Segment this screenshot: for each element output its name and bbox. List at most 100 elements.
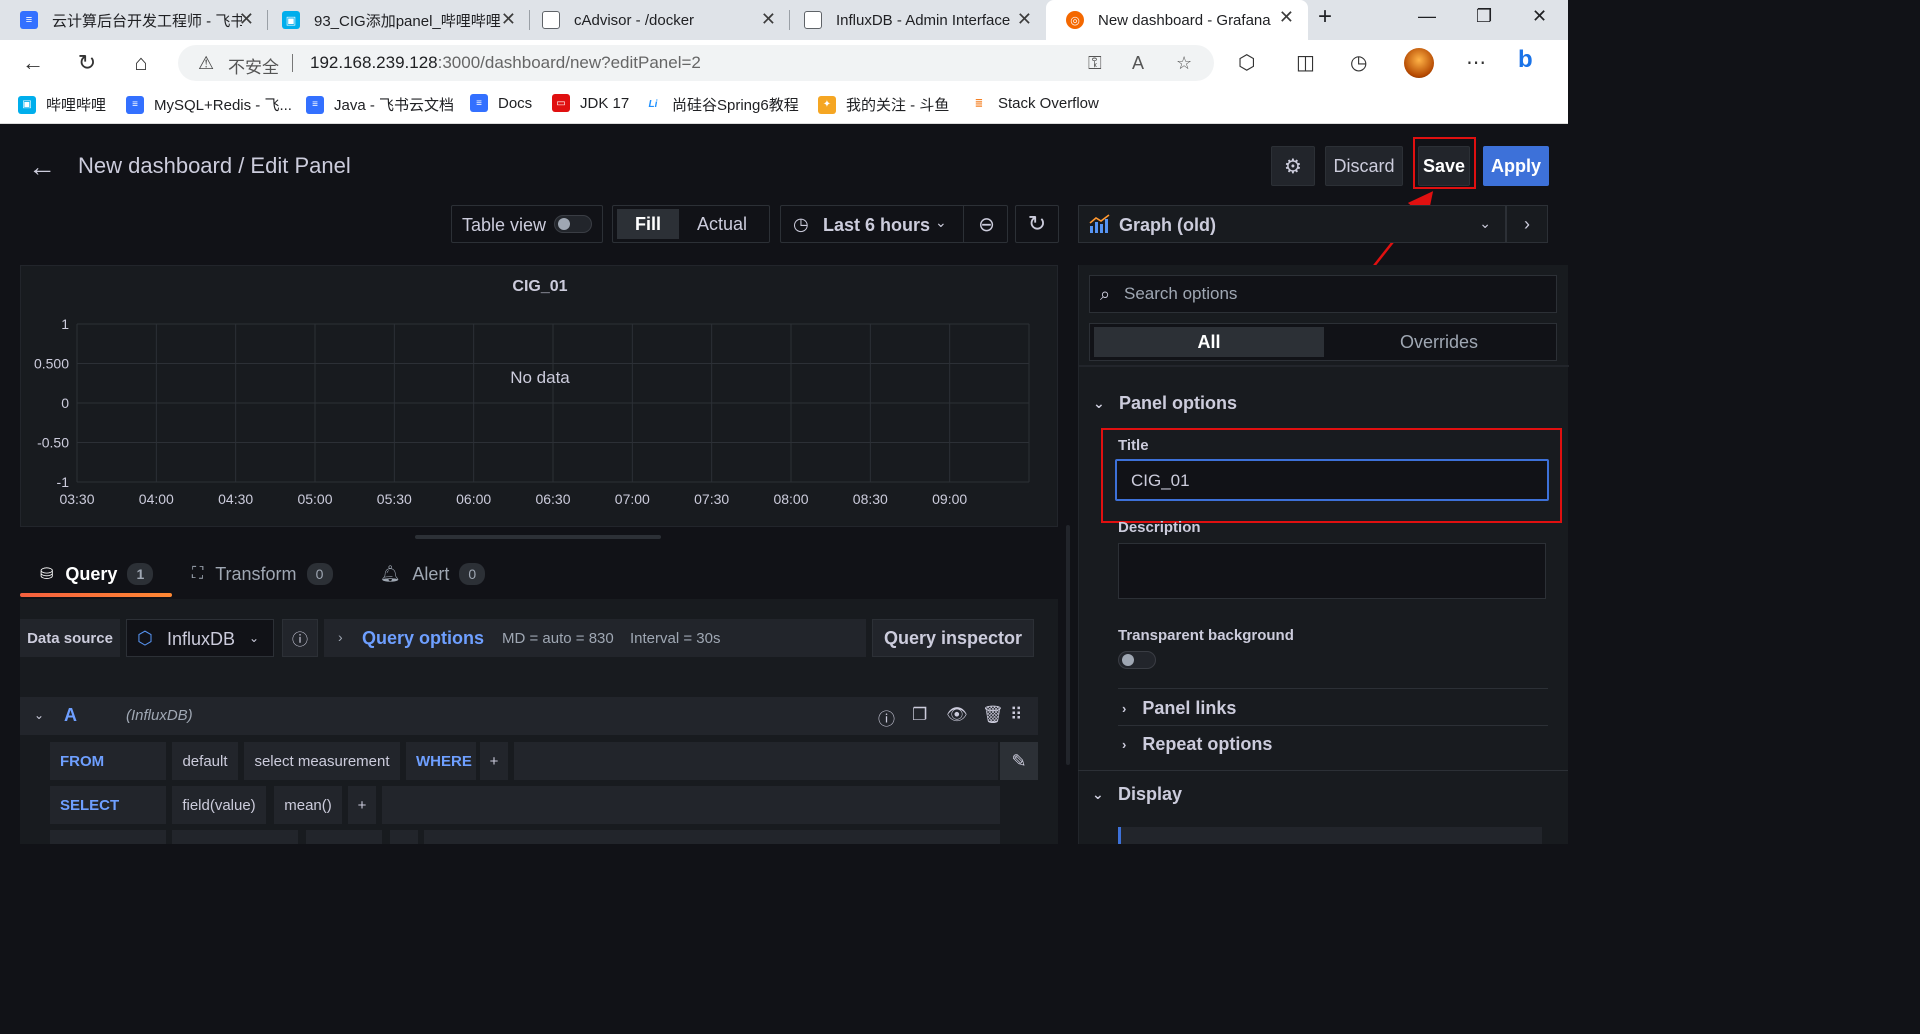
time-range-picker[interactable]: ◷ Last 6 hours ⌄ ⊖ bbox=[780, 205, 1008, 243]
add-where-button[interactable]: + bbox=[480, 742, 508, 780]
help-icon[interactable]: ⓘ bbox=[878, 705, 895, 730]
datasource-select[interactable]: ⬡ InfluxDB ⌄ bbox=[126, 619, 274, 657]
search-options-input[interactable] bbox=[1124, 282, 1544, 306]
query-options-toggle[interactable]: › Query options MD = auto = 830 Interval… bbox=[324, 619, 866, 657]
measurement-select[interactable]: select measurement bbox=[244, 742, 400, 780]
bookmark-spring6[interactable]: Li 尚硅谷Spring6教程 bbox=[644, 94, 799, 115]
eye-icon[interactable]: 👁︎ bbox=[946, 705, 968, 725]
pane-resize-handle[interactable] bbox=[415, 535, 661, 539]
select-filler bbox=[382, 786, 1000, 824]
bookmark-mysql-redis[interactable]: ≡ MySQL+Redis - 飞... bbox=[126, 94, 292, 115]
chevron-down-icon[interactable]: ⌄ bbox=[34, 708, 44, 722]
refresh-button[interactable]: ↻ bbox=[1015, 205, 1059, 243]
max-data-points-text: MD = auto = 830 bbox=[502, 630, 614, 647]
browser-tab-cadvisor[interactable]: cAdvisor - /docker ✕ bbox=[522, 2, 790, 38]
datasource-help-button[interactable]: ⓘ bbox=[282, 619, 318, 657]
url-field[interactable]: ⚠ 不安全 192.168.239.128:3000/dashboard/new… bbox=[178, 45, 1214, 81]
add-group-by-button[interactable] bbox=[390, 830, 418, 844]
new-tab-icon[interactable]: + bbox=[1318, 3, 1332, 31]
panel-links-section[interactable]: › Panel links bbox=[1122, 698, 1236, 719]
bookmark-jdk[interactable]: ▭ JDK 17 bbox=[552, 94, 629, 112]
bookmark-java[interactable]: ≡ Java - 飞书云文档 bbox=[306, 94, 454, 115]
chevron-right-icon: › bbox=[338, 629, 343, 645]
extensions-icon[interactable]: ⬡ bbox=[1238, 50, 1255, 75]
reload-icon[interactable]: ↻ bbox=[72, 49, 102, 77]
tab-query[interactable]: ⛁ Query 1 bbox=[40, 563, 154, 585]
tab-all[interactable]: All bbox=[1094, 327, 1324, 357]
key-icon[interactable]: ⚿ bbox=[1088, 53, 1102, 74]
stackoverflow-icon: ≣ bbox=[970, 94, 988, 112]
trash-icon[interactable]: 🗑︎ bbox=[982, 705, 1004, 725]
scrollbar[interactable] bbox=[1066, 525, 1070, 765]
interval-text: Interval = 30s bbox=[630, 630, 721, 647]
display-option-row[interactable] bbox=[1118, 827, 1542, 844]
panel-preview[interactable]: CIG_01 1 0.500 0 -0.50 -1 03:30 04:00 04:30 05:0… bbox=[20, 265, 1058, 527]
history-icon[interactable]: ◷ bbox=[1350, 50, 1367, 75]
group-by-fill[interactable] bbox=[306, 830, 382, 844]
home-icon[interactable]: ⌂ bbox=[126, 49, 156, 77]
raw-query-toggle[interactable]: ✎ bbox=[1000, 742, 1038, 780]
window-close-icon[interactable]: ✕ bbox=[1532, 6, 1547, 27]
query-inspector-button[interactable]: Query inspector bbox=[872, 619, 1034, 657]
retention-policy-select[interactable]: default bbox=[172, 742, 238, 780]
tab-label: InfluxDB - Admin Interface bbox=[836, 11, 1011, 29]
query-ref-id[interactable]: A bbox=[64, 705, 77, 726]
restore-icon[interactable]: ❐ bbox=[1476, 6, 1492, 27]
more-icon[interactable]: ⋯ bbox=[1466, 50, 1486, 75]
close-icon[interactable]: ✕ bbox=[239, 9, 254, 30]
x-tick-label: 05:30 bbox=[377, 491, 412, 507]
page-icon bbox=[542, 11, 560, 29]
search-options-field[interactable]: ⌕ bbox=[1089, 275, 1557, 313]
browser-tab-grafana[interactable]: ◎ New dashboard - Grafana ✕ bbox=[1046, 0, 1308, 40]
browser-tab-bilibili[interactable]: ▣ 93_CIG添加panel_哔哩哔哩 ✕ bbox=[262, 2, 530, 38]
duplicate-icon[interactable]: ❐ bbox=[912, 705, 927, 725]
bookmark-stackoverflow[interactable]: ≣ Stack Overflow bbox=[970, 94, 1099, 112]
read-aloud-icon[interactable]: A bbox=[1132, 53, 1144, 74]
display-section[interactable]: ⌄ Display bbox=[1092, 784, 1182, 805]
split-screen-icon[interactable]: ◫ bbox=[1296, 50, 1315, 75]
warning-icon[interactable]: ⚠ bbox=[198, 53, 214, 74]
avatar[interactable] bbox=[1404, 48, 1434, 78]
close-icon[interactable]: ✕ bbox=[761, 9, 776, 30]
close-icon[interactable]: ✕ bbox=[1279, 7, 1294, 28]
transparent-background-switch[interactable] bbox=[1118, 651, 1156, 669]
time-range-label: Last 6 hours bbox=[823, 215, 931, 235]
tab-alert[interactable]: 🔔︎ Alert 0 bbox=[380, 563, 486, 585]
tab-label: cAdvisor - /docker bbox=[574, 11, 695, 29]
field-select[interactable]: field(value) bbox=[172, 786, 266, 824]
bookmark-docs[interactable]: ≡ Docs bbox=[470, 94, 532, 112]
x-tick-label: 04:30 bbox=[218, 491, 253, 507]
document-icon: ≡ bbox=[126, 95, 144, 114]
drag-handle-icon[interactable]: ⠿ bbox=[1010, 705, 1022, 725]
security-label[interactable]: 不安全 bbox=[228, 53, 279, 78]
description-textarea[interactable] bbox=[1118, 543, 1546, 599]
query-row-header[interactable]: ⌄ A (InfluxDB) ⓘ ❐ 👁︎ 🗑︎ ⠿ bbox=[20, 697, 1038, 735]
aggregation-select[interactable]: mean() bbox=[274, 786, 342, 824]
repeat-options-section[interactable]: › Repeat options bbox=[1122, 734, 1272, 755]
bookmark-bilibili[interactable]: ▣ 哔哩哔哩 bbox=[18, 94, 106, 115]
panel-options-section[interactable]: ⌄ Panel options bbox=[1093, 393, 1237, 414]
divider bbox=[1078, 770, 1568, 771]
minimize-icon[interactable]: — bbox=[1418, 6, 1436, 27]
close-icon[interactable]: ✕ bbox=[501, 9, 516, 30]
zoom-out-icon[interactable]: ⊖ bbox=[963, 206, 1009, 242]
favorite-add-icon[interactable]: ☆ bbox=[1176, 53, 1192, 74]
group-by-time[interactable] bbox=[172, 830, 298, 844]
section-title: Display bbox=[1118, 784, 1183, 804]
close-icon[interactable]: ✕ bbox=[1017, 9, 1032, 30]
bing-icon[interactable]: b bbox=[1518, 46, 1533, 74]
bookmark-douyu[interactable]: ✦ 我的关注 - 斗鱼 bbox=[818, 94, 949, 115]
tab-overrides[interactable]: Overrides bbox=[1324, 327, 1554, 357]
url-text[interactable]: 192.168.239.128:3000/dashboard/new?editP… bbox=[310, 53, 701, 73]
collapse-options-button[interactable]: › bbox=[1506, 205, 1548, 243]
visualization-picker[interactable]: Graph (old) ⌄ bbox=[1078, 205, 1506, 243]
back-icon[interactable]: ← bbox=[18, 49, 48, 77]
add-select-button[interactable]: + bbox=[348, 786, 376, 824]
fill-button[interactable]: Fill bbox=[617, 209, 679, 239]
table-view-switch[interactable] bbox=[554, 215, 592, 233]
browser-tab-influxdb[interactable]: InfluxDB - Admin Interface ✕ bbox=[784, 2, 1046, 38]
actual-button[interactable]: Actual bbox=[697, 214, 747, 235]
tab-transform[interactable]: ⛶ Transform 0 bbox=[192, 563, 333, 585]
browser-tab-feishu[interactable]: ≡ 云计算后台开发工程师 - 飞书 ✕ bbox=[0, 2, 268, 38]
x-tick-label: 04:00 bbox=[139, 491, 174, 507]
